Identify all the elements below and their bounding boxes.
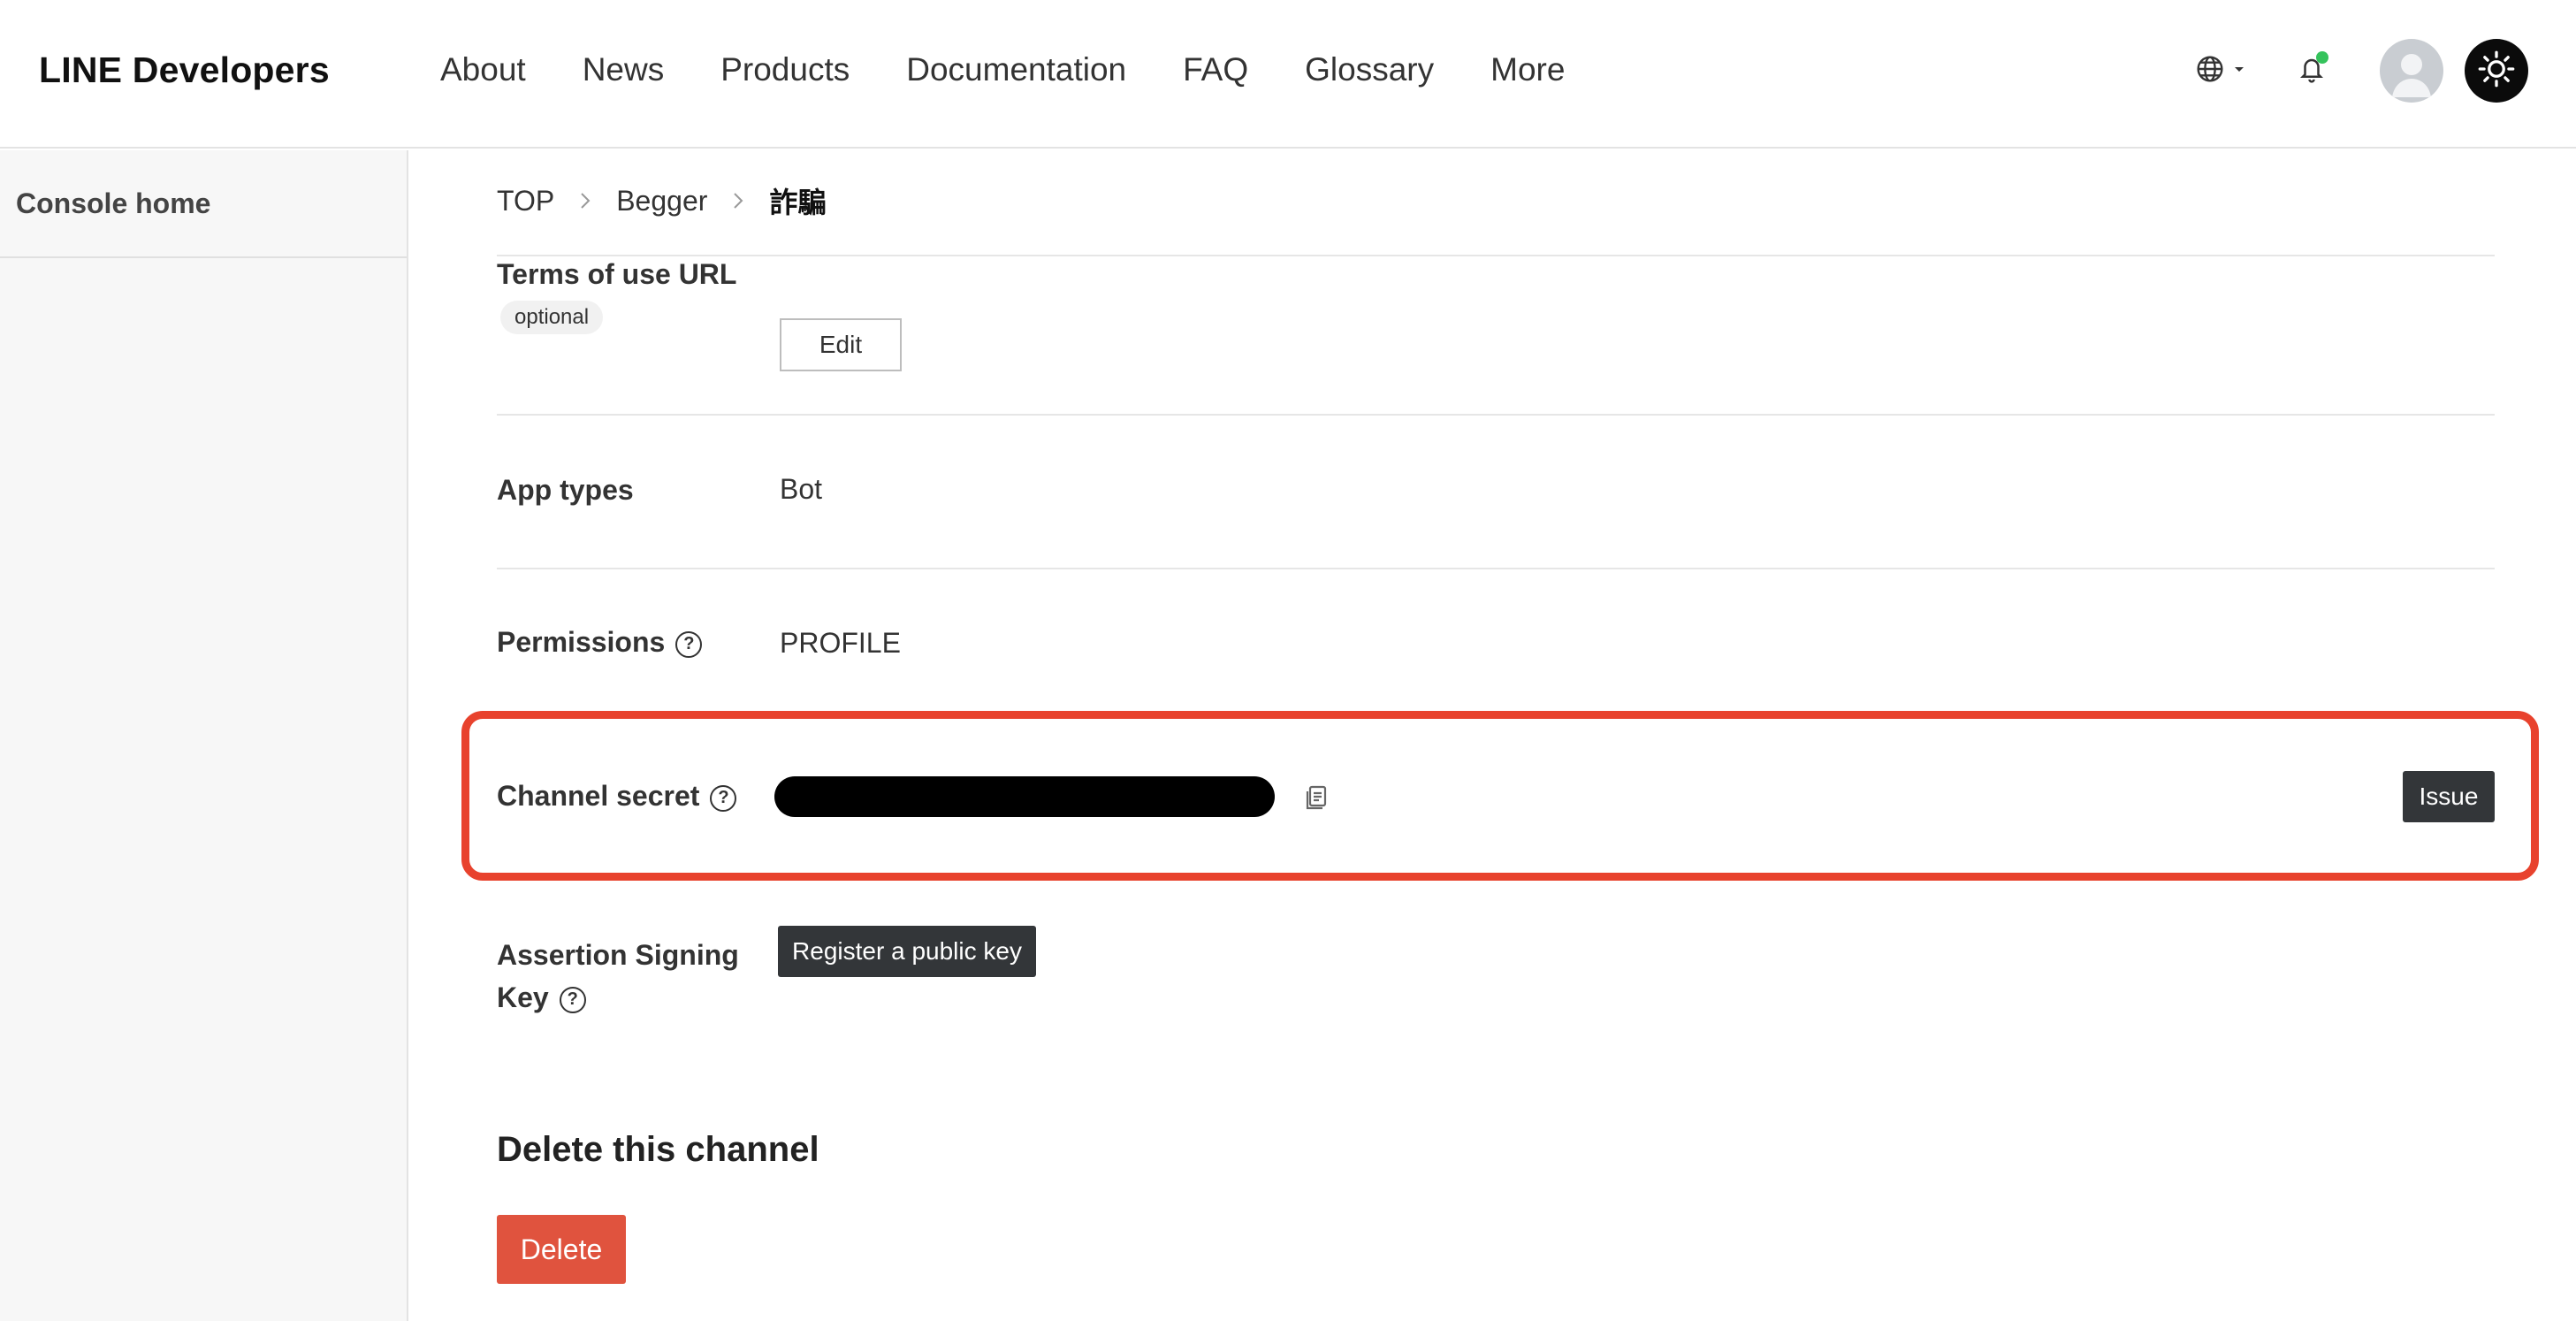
assertion-label-line1: Assertion Signing bbox=[497, 939, 739, 971]
permissions-label-text: Permissions bbox=[497, 626, 666, 658]
channel-secret-label-text: Channel secret bbox=[497, 780, 700, 812]
sidebar: Console home bbox=[0, 150, 408, 1321]
main-nav: About News Products Documentation FAQ Gl… bbox=[440, 50, 1621, 90]
channel-secret-label: Channel secret? bbox=[497, 780, 737, 813]
assertion-signing-key-label: Assertion Signing Key? bbox=[497, 934, 739, 1019]
edit-terms-button[interactable]: Edit bbox=[780, 318, 902, 371]
nav-documentation[interactable]: Documentation bbox=[906, 50, 1126, 90]
permissions-value: PROFILE bbox=[780, 627, 901, 659]
terms-url-label: Terms of use URL bbox=[497, 258, 737, 290]
channel-secret-redacted bbox=[774, 776, 1275, 817]
assertion-label-line2-wrap: Key? bbox=[497, 976, 739, 1019]
caret-down-icon bbox=[2233, 63, 2245, 79]
app-types-label: App types bbox=[497, 474, 634, 506]
nav-news[interactable]: News bbox=[583, 50, 665, 90]
app-types-value: Bot bbox=[780, 473, 823, 505]
avatar[interactable] bbox=[2380, 39, 2443, 103]
question-icon[interactable]: ? bbox=[675, 630, 703, 658]
question-icon[interactable]: ? bbox=[710, 784, 737, 812]
bell-icon bbox=[2298, 58, 2325, 88]
divider bbox=[497, 414, 2495, 416]
chevron-right-icon bbox=[579, 191, 591, 210]
nav-products[interactable]: Products bbox=[720, 50, 850, 90]
nav-glossary[interactable]: Glossary bbox=[1305, 50, 1434, 90]
globe-icon bbox=[2196, 55, 2224, 88]
breadcrumb-top[interactable]: TOP bbox=[497, 185, 554, 218]
sun-icon bbox=[2477, 50, 2516, 93]
notifications-button[interactable] bbox=[2298, 50, 2328, 88]
site-logo[interactable]: LINE Developers bbox=[39, 50, 330, 91]
optional-badge: optional bbox=[500, 301, 604, 334]
permissions-label: Permissions? bbox=[497, 626, 703, 659]
question-icon[interactable]: ? bbox=[559, 986, 586, 1013]
divider bbox=[497, 568, 2495, 569]
user-icon bbox=[2380, 54, 2443, 103]
breadcrumb: TOP Begger 詐騙 bbox=[497, 180, 826, 221]
top-header: LINE Developers About News Products Docu… bbox=[0, 0, 2576, 149]
delete-channel-title: Delete this channel bbox=[497, 1130, 819, 1169]
delete-channel-button[interactable]: Delete bbox=[497, 1215, 626, 1284]
language-selector[interactable] bbox=[2196, 55, 2245, 88]
nav-faq[interactable]: FAQ bbox=[1183, 50, 1248, 90]
nav-more[interactable]: More bbox=[1490, 50, 1565, 90]
assertion-label-line2: Key bbox=[497, 981, 549, 1013]
issue-secret-button[interactable]: Issue bbox=[2403, 771, 2495, 822]
header-actions bbox=[2196, 39, 2528, 103]
breadcrumb-channel: 詐騙 bbox=[769, 187, 827, 218]
nav-about[interactable]: About bbox=[440, 50, 526, 90]
chevron-right-icon bbox=[732, 191, 744, 210]
theme-toggle-button[interactable] bbox=[2465, 39, 2528, 103]
breadcrumb-provider[interactable]: Begger bbox=[616, 185, 707, 218]
notification-dot bbox=[2316, 50, 2328, 64]
highlight-box bbox=[461, 711, 2539, 881]
copy-icon[interactable] bbox=[1303, 783, 1330, 816]
divider bbox=[497, 255, 2495, 256]
register-public-key-button[interactable]: Register a public key bbox=[778, 926, 1036, 977]
sidebar-item-console-home[interactable]: Console home bbox=[0, 150, 407, 258]
